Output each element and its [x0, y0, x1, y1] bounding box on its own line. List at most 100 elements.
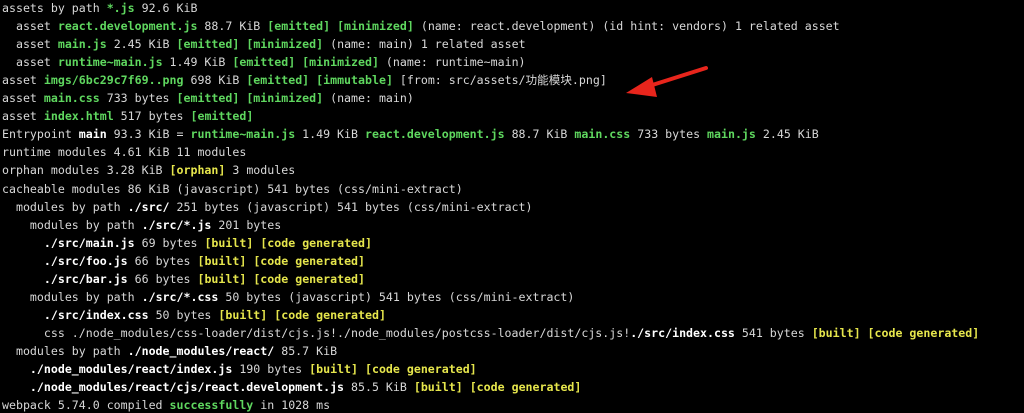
terminal-text: 2.45 KiB — [106, 37, 177, 52]
terminal-text: [minimized] — [302, 55, 379, 70]
terminal-line: ./src/index.css 50 bytes [built] [code g… — [2, 306, 386, 324]
terminal-line: ./src/bar.js 66 bytes [built] [code gene… — [2, 270, 365, 288]
terminal-line: ./src/main.js 69 bytes [built] [code gen… — [2, 234, 372, 252]
terminal-text: [code generated] — [867, 325, 980, 340]
terminal-text: 66 bytes — [127, 271, 198, 286]
terminal-text: [built] — [413, 380, 463, 395]
terminal-line: css ./node_modules/css-loader/dist/cjs.j… — [2, 324, 979, 342]
terminal-text: 517 bytes — [113, 109, 191, 124]
terminal-text: [orphan] — [169, 163, 226, 178]
terminal-line: runtime modules 4.61 KiB 11 modules — [2, 143, 246, 161]
terminal-text: [code generated] — [469, 380, 582, 395]
terminal-text: 2.45 KiB — [755, 127, 819, 142]
terminal-text: 698 KiB — [183, 73, 247, 88]
terminal-text: asset — [2, 109, 44, 124]
terminal-text: [minimized] — [246, 91, 324, 106]
terminal-text: 1.49 KiB — [295, 127, 365, 142]
terminal-text: successfully — [169, 398, 254, 413]
terminal-text: [emitted] — [176, 91, 240, 106]
terminal-line: cacheable modules 86 KiB (javascript) 54… — [2, 180, 463, 198]
terminal-text: [minimized] — [337, 19, 414, 34]
terminal-text: [built] — [204, 235, 254, 250]
terminal-text: 733 bytes — [630, 127, 708, 142]
terminal-text: ./src/*.css — [141, 289, 219, 304]
terminal-line: modules by path ./node_modules/react/ 85… — [2, 342, 337, 360]
terminal-text: main.css — [574, 127, 631, 142]
terminal-text: css ./node_modules/css-loader/dist/cjs.j… — [2, 325, 631, 340]
terminal-text: ./src/foo.js — [43, 253, 128, 268]
terminal-text: asset — [2, 19, 58, 34]
terminal-text: [minimized] — [246, 37, 324, 52]
terminal-text: 85.5 KiB — [344, 380, 414, 395]
terminal-text: [emitted] — [267, 19, 331, 34]
terminal-text: [from: src/assets/功能模块.png] — [392, 73, 607, 88]
terminal-line: asset imgs/6bc29c7f69..png 698 KiB [emit… — [2, 71, 607, 89]
terminal-text: orphan modules 3.28 KiB — [2, 163, 170, 178]
terminal-text: Entrypoint — [2, 127, 79, 142]
terminal-text: ./src/ — [127, 199, 170, 214]
terminal-text: assets by path — [2, 1, 107, 15]
terminal-text: 251 bytes (javascript) 541 bytes (css/mi… — [169, 199, 533, 214]
terminal-text: modules by path — [2, 289, 142, 304]
terminal-text: asset — [2, 37, 58, 52]
terminal-text: modules by path — [2, 199, 128, 214]
terminal-text: imgs/6bc29c7f69..png — [43, 73, 184, 88]
terminal-text: 88.7 KiB — [504, 127, 575, 142]
terminal-line: modules by path ./src/*.js 201 bytes — [2, 216, 281, 234]
terminal-text: react.development.js — [57, 19, 198, 34]
terminal-text: asset — [2, 73, 44, 88]
terminal-line: modules by path ./src/ 251 bytes (javasc… — [2, 198, 533, 216]
terminal-text: ./node_modules/react/ — [127, 343, 275, 358]
terminal-text: 93.3 KiB = — [106, 127, 191, 142]
terminal-text: [emitted] — [232, 55, 296, 70]
terminal-text: ./node_modules/react/cjs/react.developme… — [29, 380, 345, 395]
terminal-text: ./src/*.js — [141, 217, 212, 232]
terminal-text: 541 bytes — [734, 325, 812, 340]
terminal-text: (name: react.development) (id hint: vend… — [413, 19, 840, 34]
terminal-line: asset main.js 2.45 KiB [emitted] [minimi… — [2, 35, 526, 53]
terminal-text: react.development.js — [364, 127, 505, 142]
terminal-text: 88.7 KiB — [197, 19, 268, 34]
terminal-text: [emitted] — [246, 73, 310, 88]
terminal-text: [emitted] — [190, 109, 254, 124]
terminal-text: 733 bytes — [99, 91, 177, 106]
terminal-line: ./src/foo.js 66 bytes [built] [code gene… — [2, 252, 365, 270]
terminal-text: asset — [2, 91, 44, 106]
terminal-text: ./src/index.css — [630, 325, 735, 340]
terminal-text: (name: main) 1 related asset — [323, 37, 526, 52]
terminal-text: [code generated] — [253, 253, 366, 268]
terminal-text: cacheable modules 86 KiB (javascript) 54… — [2, 181, 463, 196]
terminal-text: modules by path — [2, 217, 142, 232]
terminal-text: 92.6 KiB — [134, 1, 198, 15]
terminal-text: [built] — [309, 362, 358, 376]
terminal-text: ./src/bar.js — [43, 271, 128, 286]
terminal-line: asset runtime~main.js 1.49 KiB [emitted]… — [2, 53, 526, 71]
terminal-text: [emitted] — [176, 37, 240, 52]
terminal-text: 66 bytes — [127, 253, 198, 268]
terminal-text: *.js — [106, 1, 135, 15]
terminal-text: 3 modules — [225, 163, 296, 178]
terminal-text: ./src/index.css — [43, 307, 149, 322]
terminal-text: ./node_modules/react/index.js — [29, 362, 233, 376]
terminal-text: runtime~main.js — [57, 55, 163, 70]
terminal-text: ./src/main.js — [43, 235, 135, 250]
terminal-window[interactable]: assets by path *.js 92.6 KiB asset react… — [0, 0, 1024, 413]
terminal-line: orphan modules 3.28 KiB [orphan] 3 modul… — [2, 161, 295, 179]
terminal-line: Entrypoint main 93.3 KiB = runtime~main.… — [2, 125, 819, 143]
terminal-text: [code generated] — [260, 235, 372, 250]
terminal-text: [built] — [197, 253, 247, 268]
terminal-text: [immutable] — [316, 73, 393, 88]
terminal-text: runtime modules 4.61 KiB 11 modules — [2, 145, 247, 160]
terminal-text: 50 bytes — [148, 307, 219, 322]
terminal-text: asset — [2, 55, 58, 70]
terminal-text: 85.7 KiB — [274, 343, 338, 358]
terminal-line: assets by path *.js 92.6 KiB — [2, 0, 197, 17]
terminal-line: asset index.html 517 bytes [emitted] — [2, 107, 253, 125]
